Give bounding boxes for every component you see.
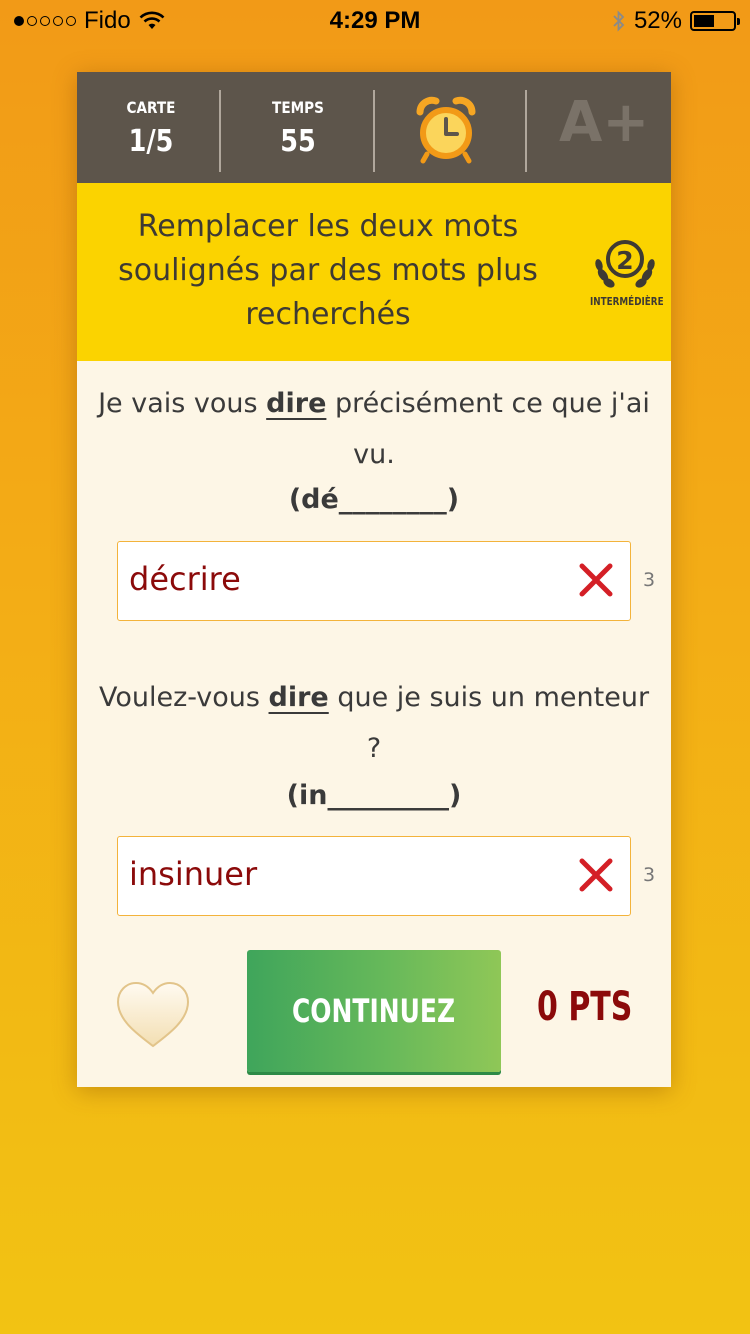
- question-text-part: précisément ce que j'ai vu.: [326, 388, 650, 470]
- answer-field-1[interactable]: décrire: [117, 541, 631, 621]
- quiz-card: CARTE 1/5 TEMPS 55 A+ Remplacer les deux…: [77, 72, 671, 1087]
- status-bar-right: 52%: [612, 7, 740, 35]
- question-text-part: que je suis un menteur ?: [328, 682, 650, 764]
- question-2-text: Voulez-vous dire que je suis un menteur …: [89, 672, 659, 774]
- instruction-text: Remplacer les deux mots soulignés par de…: [118, 209, 538, 332]
- header-divider: [525, 90, 527, 172]
- question-2-hint: (in_________): [286, 780, 462, 811]
- laurel-icon: 2: [595, 240, 655, 288]
- status-bar: Fido 4:29 PM 52%: [0, 0, 750, 40]
- continue-label: CONTINUEZ: [292, 992, 456, 1030]
- grade-a-plus-icon: A+: [559, 90, 650, 155]
- points-display: 0 PTS: [537, 984, 667, 1030]
- answer-text: insinuer: [129, 855, 258, 893]
- wrong-answer-icon: [579, 858, 613, 892]
- card-value: 1/5: [128, 124, 174, 159]
- favorite-heart-icon[interactable]: [115, 980, 191, 1050]
- time-value: 55: [280, 124, 316, 159]
- level-label: INTERMÉDIÈRE: [590, 295, 664, 308]
- card-counter: CARTE 1/5: [77, 72, 225, 183]
- attempt-count: 3: [643, 569, 656, 591]
- level-number: 2: [616, 246, 633, 275]
- header-divider: [373, 90, 375, 172]
- answer-text: décrire: [129, 560, 241, 598]
- underlined-word: dire: [268, 682, 329, 713]
- battery-icon: [690, 11, 740, 31]
- question-1-text: Je vais vous dire précisément ce que j'a…: [89, 378, 659, 480]
- battery-percent: 52%: [633, 7, 682, 34]
- attempt-count: 3: [643, 864, 656, 886]
- timer: TEMPS 55: [221, 72, 375, 183]
- level-badge: 2 INTERMÉDIÈRE: [587, 237, 664, 317]
- question-1-hint: (dé________): [288, 484, 460, 515]
- alarm-clock-icon[interactable]: [414, 96, 478, 164]
- battery-fill: [694, 15, 714, 27]
- bluetooth-icon: [613, 10, 625, 32]
- time-label: TEMPS: [272, 98, 324, 117]
- points-value: 0 PTS: [537, 984, 633, 1030]
- wrong-answer-icon: [579, 563, 613, 597]
- continue-button[interactable]: CONTINUEZ: [247, 950, 501, 1072]
- card-label: CARTE: [126, 98, 176, 117]
- underlined-word: dire: [266, 388, 327, 419]
- question-text-part: Voulez-vous: [98, 682, 269, 713]
- instruction-banner: Remplacer les deux mots soulignés par de…: [77, 183, 671, 361]
- answer-field-2[interactable]: insinuer: [117, 836, 631, 916]
- question-text-part: Je vais vous: [98, 388, 267, 419]
- card-header: CARTE 1/5 TEMPS 55 A+: [77, 72, 671, 183]
